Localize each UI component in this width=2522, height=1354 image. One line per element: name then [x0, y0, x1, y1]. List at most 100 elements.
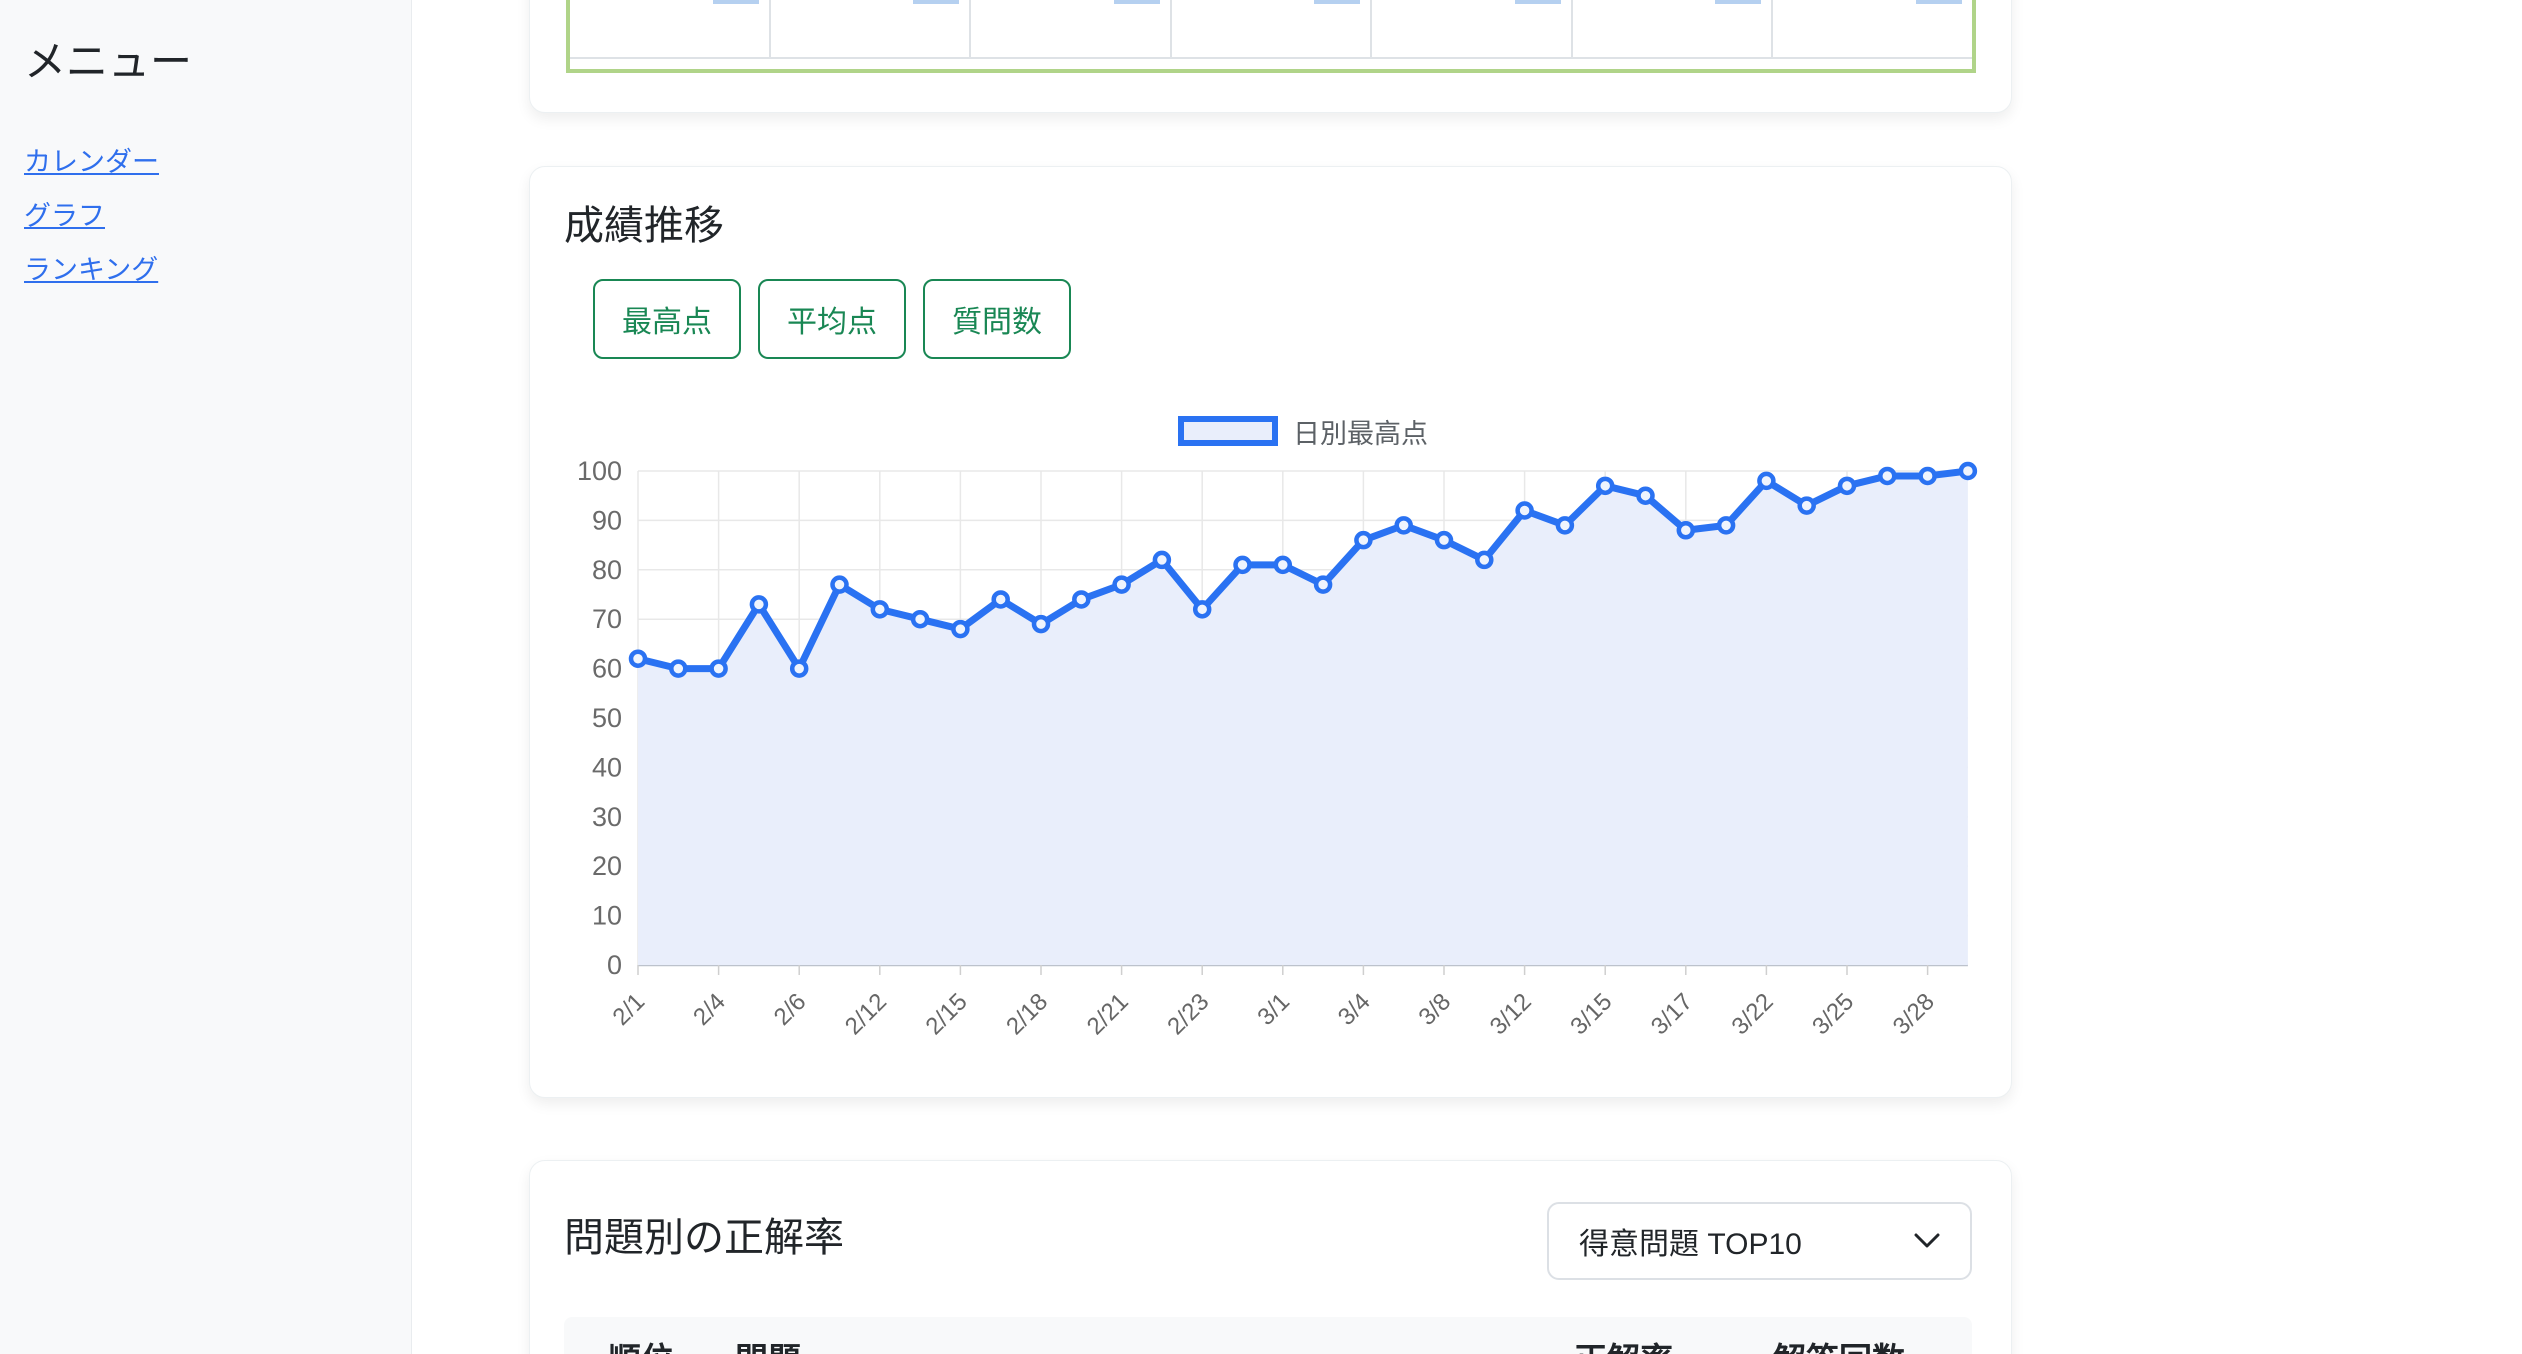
x-axis-tick-label: 3/1: [1252, 988, 1295, 1031]
y-axis-tick-label: 30: [592, 802, 622, 832]
average-score-button[interactable]: 平均点: [758, 279, 906, 359]
data-point-marker: [1477, 553, 1491, 567]
data-point-marker: [1558, 518, 1572, 532]
y-axis-tick-label: 60: [592, 654, 622, 684]
sidebar-link-ranking[interactable]: ランキング: [24, 243, 158, 297]
calendar-row: [570, 0, 1972, 59]
data-point-marker: [1598, 479, 1612, 493]
x-axis-tick-label: 2/1: [608, 988, 651, 1031]
calendar-cell-link-fragment[interactable]: [913, 0, 959, 4]
data-point-marker: [1719, 518, 1733, 532]
accuracy-card: 問題別の正解率 得意問題 TOP10 順位 問題 正解率 解答回数: [529, 1160, 2012, 1354]
data-point-marker: [1759, 474, 1773, 488]
highest-score-button[interactable]: 最高点: [593, 279, 741, 359]
calendar-cell-link-fragment[interactable]: [1314, 0, 1360, 4]
y-axis-tick-label: 10: [592, 901, 622, 931]
data-point-marker: [752, 597, 766, 611]
x-axis-tick-label: 3/12: [1485, 988, 1537, 1040]
calendar-cell-link-fragment[interactable]: [1715, 0, 1761, 4]
data-point-marker: [1437, 533, 1451, 547]
data-point-marker: [913, 612, 927, 626]
sidebar: メニュー カレンダーグラフランキング: [0, 0, 412, 1354]
y-axis-tick-label: 50: [592, 703, 622, 733]
data-point-marker: [1115, 578, 1129, 592]
data-point-marker: [1034, 617, 1048, 631]
data-point-marker: [1921, 469, 1935, 483]
calendar-cell-link-fragment[interactable]: [1515, 0, 1561, 4]
select-value: 得意問題 TOP10: [1579, 1219, 1914, 1263]
x-axis-tick-label: 3/17: [1646, 988, 1698, 1040]
x-axis-tick-label: 2/23: [1162, 988, 1214, 1040]
sidebar-nav: カレンダーグラフランキング: [24, 135, 387, 297]
data-point-marker: [1639, 489, 1653, 503]
data-point-marker: [1316, 578, 1330, 592]
y-axis-tick-label: 0: [607, 950, 622, 980]
accuracy-title: 問題別の正解率: [564, 1205, 844, 1263]
data-point-marker: [873, 602, 887, 616]
data-point-marker: [1356, 533, 1370, 547]
data-point-marker: [953, 622, 967, 636]
chevron-down-icon: [1914, 1233, 1940, 1249]
data-point-marker: [1155, 553, 1169, 567]
x-axis-tick-label: 2/12: [840, 988, 892, 1040]
y-axis-tick-label: 90: [592, 505, 622, 535]
data-point-marker: [1679, 523, 1693, 537]
score-chart: 10090807060504030201002/12/42/62/122/152…: [530, 441, 2012, 1091]
calendar-card: [529, 0, 2012, 113]
x-axis-tick-label: 2/6: [769, 988, 812, 1031]
data-point-marker: [1880, 469, 1894, 483]
x-axis-tick-label: 3/22: [1727, 988, 1779, 1040]
x-axis-tick-label: 2/15: [921, 988, 973, 1040]
data-point-marker: [1195, 602, 1209, 616]
data-point-marker: [1840, 479, 1854, 493]
data-point-marker: [1276, 558, 1290, 572]
sidebar-title: メニュー: [24, 28, 387, 89]
calendar-cell-link-fragment[interactable]: [713, 0, 759, 4]
calendar-cell: [1573, 0, 1774, 57]
y-axis-tick-label: 80: [592, 555, 622, 585]
y-axis-tick-label: 40: [592, 752, 622, 782]
column-header-answer-count: 解答回数: [1773, 1333, 1905, 1354]
data-point-marker: [631, 652, 645, 666]
score-trend-card: 成績推移 最高点平均点質問数 日別最高点 1009080706050403020…: [529, 166, 2012, 1098]
x-axis-tick-label: 3/4: [1333, 988, 1376, 1031]
x-axis-tick-label: 2/21: [1082, 988, 1134, 1040]
data-point-marker: [1236, 558, 1250, 572]
x-axis-tick-label: 3/8: [1414, 988, 1457, 1031]
x-axis-tick-label: 3/28: [1888, 988, 1940, 1040]
sidebar-link-calendar[interactable]: カレンダー: [24, 135, 159, 189]
question-count-button[interactable]: 質問数: [923, 279, 1071, 359]
column-header-rank: 順位: [608, 1333, 674, 1354]
metric-buttons: 最高点平均点質問数: [593, 279, 1071, 359]
calendar-cell: [1773, 0, 1972, 57]
data-point-marker: [994, 592, 1008, 606]
favorite-questions-select[interactable]: 得意問題 TOP10: [1547, 1202, 1972, 1280]
accuracy-table-header: 順位 問題 正解率 解答回数: [564, 1317, 1972, 1354]
x-axis-tick-label: 2/4: [688, 988, 731, 1031]
y-axis-tick-label: 100: [577, 456, 622, 486]
data-point-marker: [833, 578, 847, 592]
data-point-marker: [712, 662, 726, 676]
data-point-marker: [1518, 504, 1532, 518]
data-point-marker: [1074, 592, 1088, 606]
data-point-marker: [671, 662, 685, 676]
column-header-question: 問題: [735, 1333, 801, 1354]
x-axis-tick-label: 3/15: [1565, 988, 1617, 1040]
calendar-cell: [570, 0, 771, 57]
calendar-table: [566, 0, 1976, 73]
calendar-cell: [771, 0, 972, 57]
calendar-cell: [1172, 0, 1373, 57]
calendar-cell-link-fragment[interactable]: [1114, 0, 1160, 4]
data-point-marker: [1961, 464, 1975, 478]
calendar-cell-link-fragment[interactable]: [1916, 0, 1962, 4]
calendar-cell: [1372, 0, 1573, 57]
y-axis-tick-label: 20: [592, 851, 622, 881]
data-point-marker: [1800, 499, 1814, 513]
column-header-accuracy-rate: 正解率: [1574, 1333, 1673, 1354]
data-point-marker: [1397, 518, 1411, 532]
sidebar-link-graph[interactable]: グラフ: [24, 189, 105, 243]
y-axis-tick-label: 70: [592, 604, 622, 634]
data-point-marker: [792, 662, 806, 676]
x-axis-tick-label: 3/25: [1807, 988, 1859, 1040]
score-trend-title: 成績推移: [564, 193, 724, 251]
